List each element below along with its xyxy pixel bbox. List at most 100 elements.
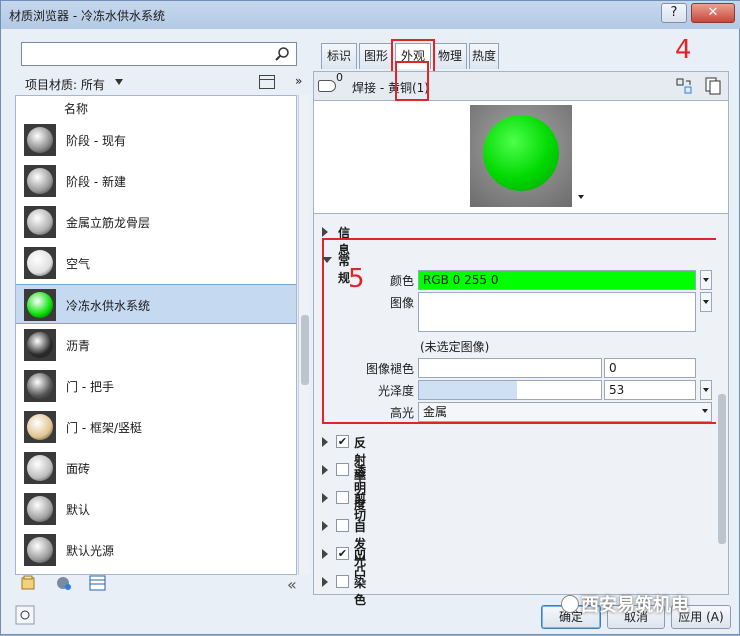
chevron-down-icon[interactable] xyxy=(115,79,123,85)
search-input[interactable] xyxy=(26,46,274,62)
list-header: 名称 xyxy=(64,102,89,116)
image-field[interactable] xyxy=(418,292,696,332)
color-dropdown[interactable] xyxy=(700,270,712,290)
expand-icon[interactable] xyxy=(322,437,328,447)
material-list-item[interactable]: 冷冻水供水系统 xyxy=(16,284,296,324)
search-icon[interactable] xyxy=(274,46,290,62)
asset-header: 0 焊接 - 黄铜(1) xyxy=(313,71,729,101)
scroll-thumb[interactable] xyxy=(718,394,726,544)
annotation-5: 5 xyxy=(348,264,365,294)
material-browser-window: 材质浏览器 - 冷冻水供水系统 ? ✕ 项目材质: 所有 » 名称 阶段 - 现… xyxy=(0,0,740,635)
expand-icon[interactable] xyxy=(322,549,328,559)
scroll-thumb[interactable] xyxy=(301,315,309,385)
glossiness-label: 光泽度 xyxy=(377,384,414,398)
chevron-down-icon[interactable] xyxy=(578,195,584,199)
material-preview[interactable] xyxy=(470,105,572,207)
image-fade-value[interactable]: 0 xyxy=(604,358,696,378)
image-dropdown[interactable] xyxy=(700,292,712,312)
filter-dropdown-label[interactable]: 项目材质: 所有 xyxy=(25,76,105,93)
material-editor-panel: 标识 图形 外观 物理 热度 0 焊接 - 黄铜(1) 信息 5 常规 颜色 RGB 0 xyxy=(313,39,729,607)
section-checkbox[interactable] xyxy=(336,491,349,504)
highlight-box-4 xyxy=(395,61,429,101)
section-checkbox[interactable]: ✔ xyxy=(336,435,349,448)
material-sphere xyxy=(27,414,53,440)
tab-1[interactable]: 图形 xyxy=(359,43,393,69)
material-thumbnail xyxy=(24,452,56,484)
library-icon[interactable] xyxy=(21,575,39,591)
expand-icon[interactable] xyxy=(322,493,328,503)
material-list-item[interactable]: 门 - 把手 xyxy=(16,366,296,406)
material-thumbnail xyxy=(24,289,56,321)
options-icon[interactable] xyxy=(15,605,35,625)
material-name: 默认 xyxy=(66,503,91,517)
create-material-icon[interactable] xyxy=(55,575,73,591)
expand-icon[interactable] xyxy=(322,577,328,587)
expand-icon[interactable] xyxy=(322,465,328,475)
material-thumbnail xyxy=(24,206,56,238)
tab-4[interactable]: 热度 xyxy=(469,43,499,69)
asset-browser-icon[interactable] xyxy=(89,575,107,591)
list-scrollbar[interactable] xyxy=(298,95,310,575)
glossiness-dropdown[interactable] xyxy=(700,380,712,400)
material-list-item[interactable]: 门 - 框架/竖梃 xyxy=(16,407,296,447)
material-list-item[interactable]: 默认 xyxy=(16,489,296,529)
material-name: 金属立筋龙骨层 xyxy=(66,216,151,230)
material-name: 门 - 把手 xyxy=(66,380,114,394)
section-checkbox[interactable]: ✔ xyxy=(336,547,349,560)
color-field[interactable]: RGB 0 255 0 xyxy=(418,270,696,290)
material-list-item[interactable]: 金属立筋龙骨层 xyxy=(16,202,296,242)
material-thumbnail xyxy=(24,411,56,443)
properties-panel: 信息 5 常规 颜色 RGB 0 255 0 图像 (未选定图像) 图像褪色 0… xyxy=(313,213,729,607)
material-sphere xyxy=(27,250,53,276)
panel-toggle-icon[interactable] xyxy=(259,75,275,89)
material-sphere xyxy=(27,373,53,399)
glossiness-fill xyxy=(419,381,517,399)
highlight-select[interactable]: 金属 xyxy=(418,402,712,422)
material-name: 默认光源 xyxy=(66,544,115,558)
color-label: 颜色 xyxy=(389,274,414,288)
material-list-item[interactable]: 沥青 xyxy=(16,325,296,365)
more-button[interactable]: » xyxy=(295,74,302,88)
left-bottom-toolbar: « xyxy=(15,573,311,597)
properties-scrollbar[interactable] xyxy=(716,214,728,594)
material-name: 门 - 框架/竖梃 xyxy=(66,421,143,435)
glossiness-slider[interactable] xyxy=(418,380,602,400)
section-checkbox[interactable] xyxy=(336,463,349,476)
material-thumbnail xyxy=(24,124,56,156)
tab-3[interactable]: 物理 xyxy=(433,43,467,69)
glossiness-value[interactable]: 53 xyxy=(604,380,696,400)
material-list-item[interactable]: 默认光源 xyxy=(16,530,296,570)
material-list-item[interactable]: 面砖 xyxy=(16,448,296,488)
duplicate-asset-icon[interactable] xyxy=(704,76,722,96)
image-fade-slider[interactable] xyxy=(418,358,602,378)
material-list-item[interactable]: 阶段 - 现有 xyxy=(16,120,296,160)
material-name: 沥青 xyxy=(66,339,91,353)
section-checkbox[interactable] xyxy=(336,519,349,532)
material-sphere xyxy=(27,455,53,481)
section-checkbox[interactable] xyxy=(336,575,349,588)
title-bar: 材质浏览器 - 冷冻水供水系统 ? ✕ xyxy=(1,1,740,29)
material-list-item[interactable]: 阶段 - 新建 xyxy=(16,161,296,201)
expand-icon[interactable] xyxy=(322,521,328,531)
material-sphere xyxy=(27,496,53,522)
collapse-icon[interactable] xyxy=(322,257,332,263)
search-box[interactable] xyxy=(21,42,297,66)
chevron-down-icon[interactable] xyxy=(700,402,712,422)
expand-icon[interactable] xyxy=(322,227,328,237)
material-name: 阶段 - 现有 xyxy=(66,134,126,148)
collapse-icon[interactable]: « xyxy=(287,575,305,594)
material-sphere xyxy=(27,292,53,318)
asset-usage-count: 0 xyxy=(336,71,343,84)
material-thumbnail xyxy=(24,165,56,197)
material-thumbnail xyxy=(24,493,56,525)
material-list-item[interactable]: 空气 xyxy=(16,243,296,283)
close-button[interactable]: ✕ xyxy=(691,3,735,23)
replace-asset-icon[interactable] xyxy=(676,78,692,94)
material-sphere xyxy=(27,537,53,563)
section-general-label: 常规 xyxy=(338,254,351,285)
material-sphere xyxy=(27,332,53,358)
tab-0[interactable]: 标识 xyxy=(321,43,357,69)
help-button[interactable]: ? xyxy=(661,3,687,23)
wechat-icon xyxy=(561,595,579,613)
material-thumbnail xyxy=(24,370,56,402)
